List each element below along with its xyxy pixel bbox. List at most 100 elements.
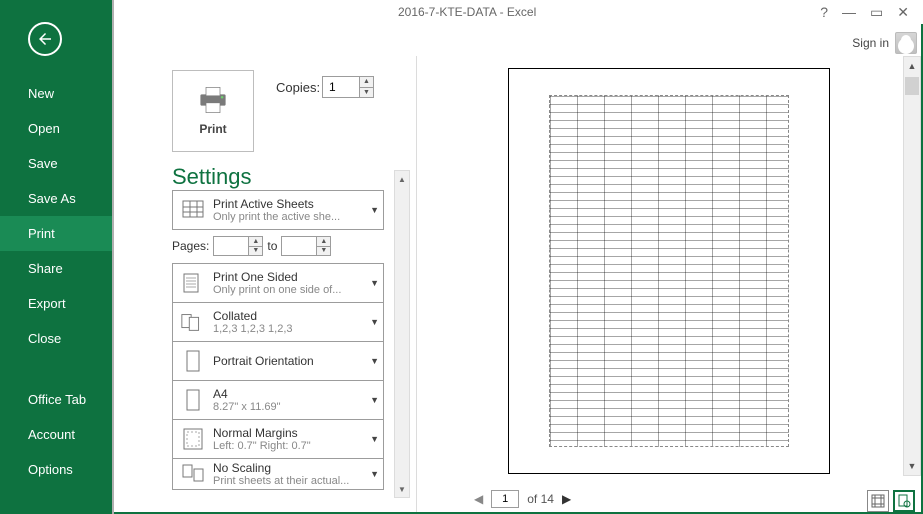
close-button[interactable]: ✕ xyxy=(897,4,909,21)
option-line2: Print sheets at their actual... xyxy=(213,475,365,487)
copies-spin-up[interactable]: ▲ xyxy=(359,77,373,88)
preview-scrollbar[interactable]: ▲ ▼ xyxy=(903,56,921,476)
sidebar-item-share[interactable]: Share xyxy=(0,251,112,286)
paper-icon xyxy=(179,385,207,415)
title-bar: 2016-7-KTE-DATA - Excel ? — ▭ ✕ xyxy=(114,0,923,24)
pages-from-up[interactable]: ▲ xyxy=(248,237,262,247)
one-sided-icon xyxy=(179,268,207,298)
pages-from-down[interactable]: ▼ xyxy=(248,247,262,256)
option-line1: No Scaling xyxy=(213,461,365,475)
zoom-page-icon xyxy=(897,494,911,508)
arrow-left-icon xyxy=(36,30,54,48)
option-line2: 1,2,3 1,2,3 1,2,3 xyxy=(213,323,365,335)
scroll-up-icon[interactable]: ▲ xyxy=(395,171,409,187)
next-page-button[interactable]: ▶ xyxy=(562,492,571,506)
collated-icon xyxy=(179,307,207,337)
option-line1: Normal Margins xyxy=(213,426,365,440)
option-orientation[interactable]: Portrait Orientation ▼ xyxy=(172,341,384,381)
zoom-to-page-button[interactable] xyxy=(893,490,915,512)
sidebar-item-label: Account xyxy=(28,427,75,442)
option-line1: Print One Sided xyxy=(213,270,365,284)
scroll-up-icon[interactable]: ▲ xyxy=(904,57,920,75)
margins-toggle-icon xyxy=(871,494,885,508)
minimize-button[interactable]: — xyxy=(842,4,856,20)
option-paper-size[interactable]: A48.27" x 11.69" ▼ xyxy=(172,380,384,420)
settings-scrollbar[interactable]: ▲ ▼ xyxy=(394,170,410,498)
pages-label: Pages: xyxy=(172,239,209,253)
preview-grid xyxy=(549,95,789,447)
pages-to-up[interactable]: ▲ xyxy=(316,237,330,247)
sidebar-item-label: Options xyxy=(28,462,73,477)
option-line2: Only print the active she... xyxy=(213,211,365,223)
chevron-down-icon: ▼ xyxy=(370,469,379,479)
sidebar-item-new[interactable]: New xyxy=(0,76,112,111)
sidebar-item-label: Close xyxy=(28,331,61,346)
option-line2: 8.27" x 11.69" xyxy=(213,401,365,413)
sidebar-item-label: Open xyxy=(28,121,60,136)
pages-row: Pages: ▲▼ to ▲▼ xyxy=(172,234,384,258)
avatar-icon xyxy=(895,32,917,54)
sidebar-item-open[interactable]: Open xyxy=(0,111,112,146)
option-print-active-sheets[interactable]: Print Active SheetsOnly print the active… xyxy=(172,190,384,230)
sidebar-item-print[interactable]: Print xyxy=(0,216,112,251)
sheets-icon xyxy=(179,195,207,225)
scroll-down-icon[interactable]: ▼ xyxy=(904,457,920,475)
print-preview-area: ▲ ▼ ◀ of 14 ▶ xyxy=(416,56,921,512)
window-title: 2016-7-KTE-DATA - Excel xyxy=(114,5,820,19)
sidebar-item-save-as[interactable]: Save As xyxy=(0,181,112,216)
show-margins-button[interactable] xyxy=(867,490,889,512)
scroll-thumb[interactable] xyxy=(905,77,919,95)
page-of-label: of 14 xyxy=(527,492,554,506)
sidebar-item-label: New xyxy=(28,86,54,101)
sidebar-item-label: Export xyxy=(28,296,66,311)
chevron-down-icon: ▼ xyxy=(370,395,379,405)
sign-in-label: Sign in xyxy=(852,36,889,50)
pages-to-down[interactable]: ▼ xyxy=(316,247,330,256)
page-navigator: ◀ of 14 ▶ xyxy=(474,486,571,512)
chevron-down-icon: ▼ xyxy=(370,205,379,215)
print-button-label: Print xyxy=(199,122,226,136)
sidebar-item-save[interactable]: Save xyxy=(0,146,112,181)
print-button[interactable]: Print xyxy=(172,70,254,152)
sidebar-item-label: Save As xyxy=(28,191,76,206)
portrait-icon xyxy=(179,346,207,376)
prev-page-button[interactable]: ◀ xyxy=(474,492,483,506)
chevron-down-icon: ▼ xyxy=(370,278,379,288)
maximize-button[interactable]: ▭ xyxy=(870,4,883,21)
option-collated[interactable]: Collated1,2,3 1,2,3 1,2,3 ▼ xyxy=(172,302,384,342)
option-line1: Print Active Sheets xyxy=(213,197,365,211)
copies-spin-down[interactable]: ▼ xyxy=(359,88,373,98)
pages-to-label: to xyxy=(267,239,277,253)
sidebar-item-label: Save xyxy=(28,156,58,171)
preview-page xyxy=(508,68,830,474)
sidebar-item-label: Office Tab xyxy=(28,392,86,407)
option-margins[interactable]: Normal MarginsLeft: 0.7" Right: 0.7" ▼ xyxy=(172,419,384,459)
chevron-down-icon: ▼ xyxy=(370,317,379,327)
option-line2: Only print on one side of... xyxy=(213,284,365,296)
current-page-input[interactable] xyxy=(491,490,519,508)
chevron-down-icon: ▼ xyxy=(370,356,379,366)
sidebar-item-account[interactable]: Account xyxy=(0,417,112,452)
settings-header: Settings xyxy=(172,164,252,190)
printer-icon xyxy=(196,86,230,114)
option-line1: Collated xyxy=(213,309,365,323)
help-button[interactable]: ? xyxy=(820,4,828,20)
option-scaling[interactable]: No ScalingPrint sheets at their actual..… xyxy=(172,458,384,490)
margins-icon xyxy=(179,424,207,454)
sidebar-item-close[interactable]: Close xyxy=(0,321,112,356)
back-button[interactable] xyxy=(28,22,62,56)
option-one-sided[interactable]: Print One SidedOnly print on one side of… xyxy=(172,263,384,303)
scroll-down-icon[interactable]: ▼ xyxy=(395,481,409,497)
file-menu-sidebar: New Open Save Save As Print Share Export… xyxy=(0,0,114,514)
copies-label: Copies: xyxy=(276,80,320,95)
option-line2: Left: 0.7" Right: 0.7" xyxy=(213,440,365,452)
sidebar-item-label: Share xyxy=(28,261,63,276)
sidebar-item-label: Print xyxy=(28,226,55,241)
sign-in-area[interactable]: Sign in xyxy=(852,32,917,54)
option-line1: Portrait Orientation xyxy=(213,354,365,368)
sidebar-item-export[interactable]: Export xyxy=(0,286,112,321)
chevron-down-icon: ▼ xyxy=(370,434,379,444)
sidebar-item-options[interactable]: Options xyxy=(0,452,112,487)
scaling-icon xyxy=(179,459,207,489)
sidebar-item-office-tab[interactable]: Office Tab xyxy=(0,382,112,417)
